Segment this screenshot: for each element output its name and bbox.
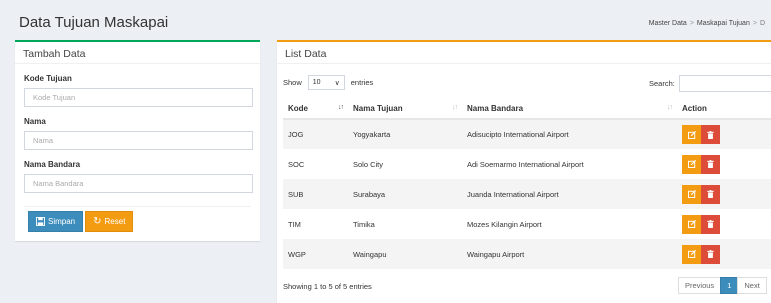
cell-kode: SOC — [288, 159, 305, 169]
delete-button[interactable] — [701, 184, 720, 204]
save-button[interactable]: Simpan — [28, 211, 84, 232]
list-data-box: List Data Show 10 ∨ entries Search: Kode… — [277, 40, 771, 303]
trash-icon — [707, 250, 714, 258]
save-label: Simpan — [48, 217, 76, 226]
entries-length-control: Show 10 ∨ entries — [283, 75, 373, 90]
cell-kode: JOG — [283, 119, 348, 149]
edit-button[interactable] — [682, 184, 701, 204]
cell-nama: Timika — [353, 219, 375, 229]
delete-button[interactable] — [701, 154, 720, 174]
search-control: Search: — [649, 75, 771, 92]
table-row: WGP Waingapu Waingapu Airport — [283, 239, 771, 269]
table-info: Showing 1 to 5 of 5 entries — [283, 282, 372, 291]
nama-bandara-label: Nama Bandara — [24, 160, 81, 169]
breadcrumb-separator: > — [752, 20, 757, 27]
breadcrumb-item-current: D — [759, 20, 765, 27]
search-label: Search: — [649, 79, 675, 88]
edit-button[interactable] — [682, 125, 701, 144]
form-actions: Simpan ↻ Reset — [15, 207, 260, 236]
nama-input[interactable] — [24, 131, 253, 150]
entries-label: entries — [350, 78, 374, 87]
table-row: SUB Surabaya Juanda International Airpor… — [283, 179, 771, 209]
trash-icon — [707, 130, 714, 139]
page-title: Data Tujuan Maskapai — [19, 14, 169, 31]
nama-bandara-input[interactable] — [24, 174, 253, 193]
cell-action — [677, 149, 771, 179]
trash-icon — [707, 220, 714, 228]
add-data-title: Tambah Data — [15, 42, 260, 64]
trash-icon — [707, 160, 714, 168]
edit-icon — [687, 220, 696, 228]
table-header-row: Kode ↓↑ Nama Tujuan ↓↑ Nama Bandara ↓↑ Acti… — [283, 98, 771, 120]
chevron-down-icon: ∨ — [334, 79, 340, 87]
refresh-icon: ↻ — [93, 215, 102, 227]
data-table: Kode ↓↑ Nama Tujuan ↓↑ Nama Bandara ↓↑ Acti… — [283, 98, 771, 269]
table-row: SOC Solo City Adi Soemarmo International… — [283, 149, 771, 179]
sort-icon: ↓↑ — [452, 104, 458, 111]
edit-button[interactable] — [682, 214, 701, 234]
nama-group: Nama — [15, 117, 260, 150]
save-icon — [36, 217, 45, 226]
table-row: TIM Timika Mozes Kilangin Airport — [283, 209, 771, 239]
column-header-label: Nama Bandara — [467, 103, 524, 113]
cell-kode: SUB — [283, 179, 348, 209]
cell-bandara: Mozes Kilangin Airport — [467, 219, 542, 229]
cell-kode: WGP — [283, 239, 348, 269]
next-page-button[interactable]: Next — [737, 277, 767, 294]
edit-button[interactable] — [682, 244, 701, 264]
cell-action — [677, 179, 771, 209]
column-header-label: Nama Tujuan — [353, 103, 403, 113]
delete-button[interactable] — [701, 125, 720, 144]
column-header-nama-tujuan[interactable]: Nama Tujuan ↓↑ — [348, 98, 462, 120]
column-header-label: Kode — [288, 103, 308, 113]
add-data-box: Tambah Data Kode Tujuan Nama Nama Bandar… — [15, 40, 260, 241]
list-data-title: List Data — [277, 42, 771, 64]
trash-icon — [707, 190, 714, 198]
delete-button[interactable] — [701, 214, 720, 234]
cell-nama: Surabaya — [348, 179, 462, 209]
sort-asc-icon: ↓↑ — [338, 104, 344, 111]
cell-kode: TIM — [288, 219, 301, 229]
edit-icon — [687, 130, 696, 139]
edit-icon — [687, 160, 696, 168]
cell-bandara: Adisucipto International Airport — [462, 119, 677, 149]
cell-nama: Yogyakarta — [348, 119, 462, 149]
kode-tujuan-label: Kode Tujuan — [24, 74, 72, 83]
nama-bandara-group: Nama Bandara — [15, 160, 260, 193]
reset-button[interactable]: ↻ Reset — [85, 211, 134, 232]
show-label: Show — [283, 78, 302, 87]
column-header-action: Action — [677, 98, 771, 120]
entries-select-value: 10 — [312, 79, 321, 86]
cell-action — [677, 239, 771, 269]
cell-nama: Solo City — [353, 159, 384, 169]
pagination: Previous 1 Next — [678, 277, 767, 294]
reset-label: Reset — [104, 217, 126, 226]
breadcrumb-item-maskapai-tujuan[interactable]: Maskapai Tujuan — [697, 20, 750, 27]
cell-action — [677, 209, 771, 239]
kode-tujuan-input[interactable] — [24, 88, 253, 107]
kode-tujuan-group: Kode Tujuan — [15, 74, 260, 107]
nama-label: Nama — [24, 117, 46, 126]
breadcrumb-item-master-data[interactable]: Master Data — [649, 20, 687, 27]
edit-icon — [687, 250, 696, 258]
column-header-kode[interactable]: Kode ↓↑ — [283, 98, 348, 120]
delete-button[interactable] — [701, 244, 720, 264]
cell-bandara: Waingapu Airport — [462, 239, 677, 269]
entries-select[interactable]: 10 ∨ — [307, 75, 345, 90]
table-row: JOG Yogyakarta Adisucipto International … — [283, 119, 771, 149]
sort-icon: ↓↑ — [667, 104, 673, 111]
cell-bandara: Juanda International Airport — [462, 179, 677, 209]
cell-nama: Waingapu — [348, 239, 462, 269]
breadcrumb-separator: > — [689, 20, 694, 27]
edit-icon — [687, 190, 696, 198]
previous-page-button[interactable]: Previous — [678, 277, 722, 294]
page-1-button[interactable]: 1 — [720, 277, 739, 294]
cell-bandara: Adi Soemarmo International Airport — [467, 159, 584, 169]
search-input[interactable] — [678, 75, 771, 92]
breadcrumb: Master Data > Maskapai Tujuan > D — [649, 20, 765, 27]
column-header-nama-bandara[interactable]: Nama Bandara ↓↑ — [462, 98, 677, 120]
edit-button[interactable] — [682, 154, 701, 174]
cell-action — [677, 119, 771, 149]
column-header-label: Action — [682, 103, 707, 113]
